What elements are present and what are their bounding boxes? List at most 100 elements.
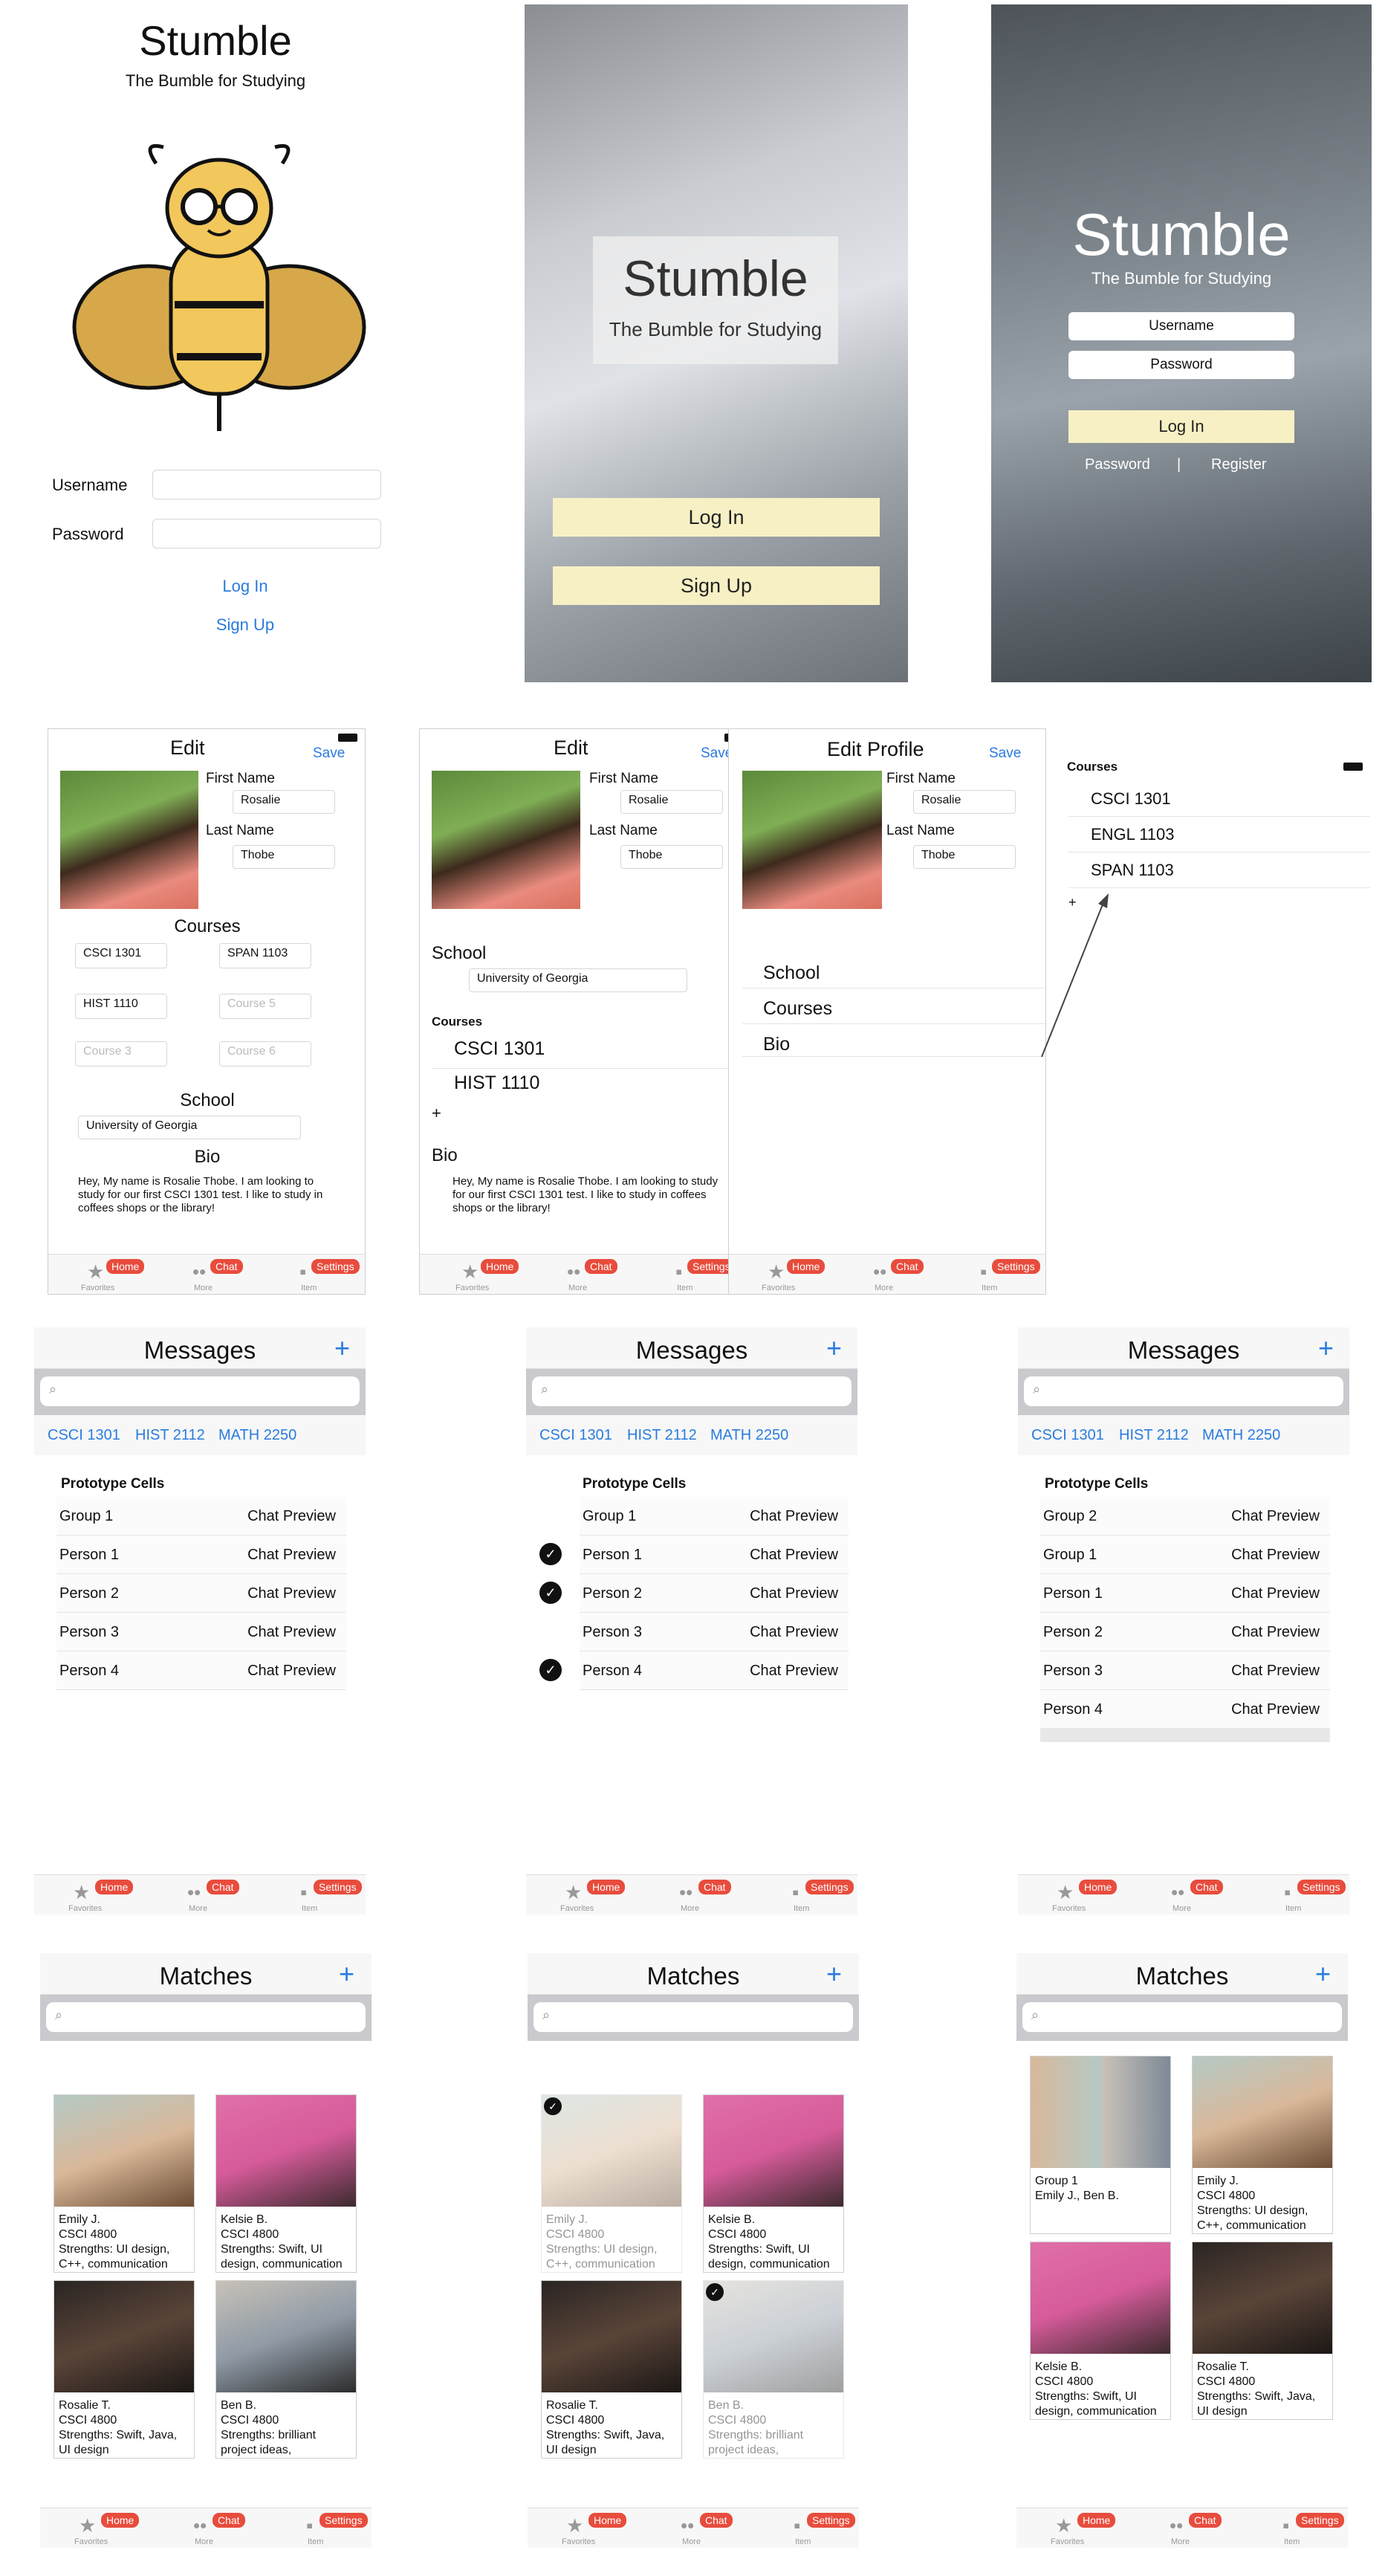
match-card-kelsie[interactable]: Kelsie B. CSCI 4800 Strengths: Swift, UI… [703, 2094, 844, 2273]
chat-row[interactable]: Person 1 Chat Preview [1040, 1574, 1330, 1613]
search-input[interactable]: ⌕ [1024, 1376, 1343, 1406]
chip-math[interactable]: MATH 2250 [218, 1427, 296, 1444]
item-icon[interactable]: ▪ [675, 1262, 682, 1281]
star-icon[interactable]: ★ [1057, 1883, 1074, 1902]
match-card-kelsie[interactable]: Kelsie B. CSCI 4800 Strengths: Swift, UI… [1030, 2242, 1171, 2420]
row-bio[interactable]: Bio [763, 1034, 790, 1055]
more-tab[interactable]: More [875, 1284, 893, 1292]
chip-csci[interactable]: CSCI 1301 [48, 1427, 120, 1444]
profile-photo[interactable] [742, 771, 882, 909]
star-icon[interactable]: ★ [566, 2516, 583, 2535]
save-button[interactable]: Save [313, 745, 345, 762]
username-input[interactable] [152, 470, 381, 499]
item-icon[interactable]: ▪ [306, 2516, 313, 2535]
chat-row[interactable]: Person 4 Chat Preview [1040, 1690, 1330, 1729]
chat-row[interactable]: Person 1 Chat Preview [580, 1535, 849, 1574]
chip-hist[interactable]: HIST 2112 [135, 1427, 205, 1444]
more-tab[interactable]: More [1171, 2537, 1190, 2546]
more-tab[interactable]: More [568, 1284, 587, 1292]
search-input[interactable]: ⌕ [532, 1376, 852, 1406]
favorites-tab[interactable]: Favorites [68, 1904, 102, 1913]
star-icon[interactable]: ★ [73, 1883, 90, 1902]
more-icon[interactable]: •• [567, 1262, 580, 1281]
add-button[interactable]: + [334, 1335, 350, 1362]
search-input[interactable]: ⌕ [533, 2002, 853, 2032]
last-name-input[interactable]: Thobe [913, 845, 1016, 869]
item-tab[interactable]: Item [302, 1904, 317, 1913]
course-row-1[interactable]: CSCI 1301 [1091, 789, 1171, 809]
match-card-ben[interactable]: Ben B. CSCI 4800 Strengths: brilliant pr… [215, 2280, 357, 2459]
more-icon[interactable]: •• [681, 2516, 694, 2535]
chat-row[interactable]: Person 1 Chat Preview [56, 1535, 346, 1574]
more-icon[interactable]: •• [1170, 2516, 1183, 2535]
checkmark-icon[interactable]: ✓ [539, 1543, 562, 1565]
search-input[interactable]: ⌕ [40, 1376, 360, 1406]
star-icon[interactable]: ★ [1055, 2516, 1072, 2535]
school-input[interactable]: University of Georgia [469, 968, 687, 992]
chip-hist[interactable]: HIST 2112 [1119, 1427, 1189, 1444]
star-icon[interactable]: ★ [79, 2516, 96, 2535]
chat-row[interactable]: Group 1 Chat Preview [56, 1497, 346, 1535]
match-card-emily[interactable]: Emily J. CSCI 4800 Strengths: UI design,… [1192, 2056, 1333, 2234]
match-card-group[interactable]: Group 1 Emily J., Ben B. [1030, 2056, 1171, 2234]
more-icon[interactable]: •• [193, 2516, 207, 2535]
more-tab[interactable]: More [194, 1284, 213, 1292]
add-button[interactable]: + [826, 1335, 842, 1362]
school-input[interactable]: University of Georgia [78, 1116, 301, 1139]
more-tab[interactable]: More [682, 2537, 701, 2546]
chat-row[interactable]: Person 3 Chat Preview [56, 1613, 346, 1651]
add-course-button[interactable]: + [432, 1104, 441, 1123]
match-card-rosalie[interactable]: Rosalie T. CSCI 4800 Strengths: Swift, J… [541, 2280, 682, 2459]
item-icon[interactable]: ▪ [792, 1883, 799, 1902]
chip-csci[interactable]: CSCI 1301 [1031, 1427, 1104, 1444]
favorites-tab[interactable]: Favorites [560, 1904, 594, 1913]
item-tab[interactable]: Item [301, 1284, 317, 1292]
item-icon[interactable]: ▪ [980, 1262, 987, 1281]
course-row-2[interactable]: ENGL 1103 [1091, 825, 1175, 844]
more-tab[interactable]: More [1172, 1904, 1191, 1913]
item-icon[interactable]: ▪ [300, 1883, 307, 1902]
chat-row[interactable]: Group 2 Chat Preview [1040, 1497, 1330, 1535]
star-icon[interactable]: ★ [768, 1262, 785, 1281]
username-input[interactable]: Username [1068, 312, 1294, 340]
search-input[interactable]: ⌕ [1022, 2002, 1342, 2032]
add-button[interactable]: + [826, 1961, 842, 1987]
item-tab[interactable]: Item [1285, 1904, 1301, 1913]
more-icon[interactable]: •• [679, 1883, 692, 1902]
more-tab[interactable]: More [189, 1904, 207, 1913]
add-button[interactable]: + [1318, 1335, 1334, 1362]
add-button[interactable]: + [1315, 1961, 1331, 1987]
chip-math[interactable]: MATH 2250 [710, 1427, 788, 1444]
chat-row[interactable]: Group 1 Chat Preview [1040, 1535, 1330, 1574]
checkmark-icon[interactable]: ✓ [539, 1582, 562, 1604]
last-name-input[interactable]: Thobe [620, 845, 723, 869]
first-name-input[interactable]: Rosalie [620, 790, 723, 814]
match-card-emily[interactable]: Emily J. CSCI 4800 Strengths: UI design,… [53, 2094, 195, 2273]
match-card-kelsie[interactable]: Kelsie B. CSCI 4800 Strengths: Swift, UI… [215, 2094, 357, 2273]
bio-text[interactable]: Hey, My name is Rosalie Thobe. I am look… [78, 1175, 338, 1215]
checkmark-icon[interactable]: ✓ [544, 2097, 562, 2115]
item-tab[interactable]: Item [1284, 2537, 1300, 2546]
add-button[interactable]: + [339, 1961, 354, 1987]
course-row-3[interactable]: SPAN 1103 [1091, 861, 1174, 880]
course-input-3[interactable]: HIST 1110 [75, 994, 167, 1019]
course-input-4[interactable]: Course 3 [75, 1041, 167, 1067]
chat-row[interactable]: Person 2 Chat Preview [580, 1574, 849, 1613]
course-row-2[interactable]: HIST 1110 [454, 1072, 539, 1094]
favorites-tab[interactable]: Favorites [455, 1284, 489, 1292]
search-input[interactable]: ⌕ [46, 2002, 366, 2032]
more-icon[interactable]: •• [873, 1262, 886, 1281]
course-input-5[interactable]: Course 5 [219, 994, 311, 1019]
favorites-tab[interactable]: Favorites [562, 2537, 595, 2546]
chat-row[interactable]: Person 4 Chat Preview [56, 1651, 346, 1690]
chip-math[interactable]: MATH 2250 [1202, 1427, 1280, 1444]
chip-csci[interactable]: CSCI 1301 [539, 1427, 612, 1444]
forgot-password-link[interactable]: Password [1085, 456, 1150, 473]
password-input[interactable]: Password [1068, 351, 1294, 379]
favorites-tab[interactable]: Favorites [1052, 1904, 1086, 1913]
item-tab[interactable]: Item [677, 1284, 692, 1292]
course-row-1[interactable]: CSCI 1301 [454, 1038, 545, 1060]
profile-photo[interactable] [60, 771, 198, 909]
course-input-1[interactable]: CSCI 1301 [75, 943, 167, 968]
row-courses[interactable]: Courses [763, 998, 832, 1020]
